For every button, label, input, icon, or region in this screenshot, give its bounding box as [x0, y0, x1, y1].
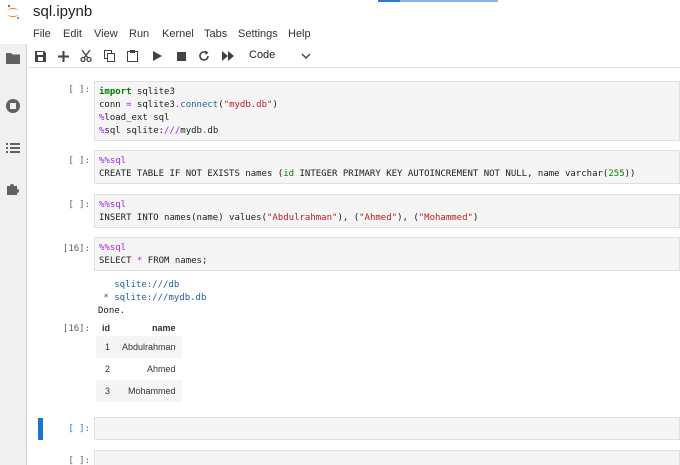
title-bar: sql.ipynb [0, 0, 680, 24]
cell-prompt: [ ]: [68, 200, 90, 210]
code-token: "Abdulrahman" [266, 213, 338, 223]
restart-kernel-icon[interactable] [195, 47, 213, 65]
output-line: Done. [98, 306, 126, 316]
cut-icon[interactable] [77, 47, 95, 65]
menu-view[interactable]: View [94, 28, 118, 40]
code-cell-5[interactable] [94, 417, 680, 440]
result-table: id name 1 Abdulrahman 2 Ahmed 3 Mohammed [96, 320, 182, 402]
code-cell-source[interactable]: import sqlite3 conn = sqlite3.connect("m… [95, 82, 679, 142]
title-accent-line-dark [378, 0, 400, 2]
code-token: connect [180, 100, 219, 110]
code-cell-source[interactable]: %%sql CREATE TABLE IF NOT EXISTS names (… [95, 151, 679, 185]
cell-prompt: [16]: [62, 244, 90, 254]
code-token: "Mohammed" [418, 213, 473, 223]
running-kernels-icon[interactable] [5, 98, 21, 114]
code-token: % [99, 113, 105, 123]
table-of-contents-icon[interactable] [5, 140, 21, 156]
table-row: 1 Abdulrahman [96, 336, 182, 358]
left-sidebar [0, 44, 27, 465]
code-cell-2[interactable]: %%sql CREATE TABLE IF NOT EXISTS names (… [94, 150, 680, 184]
table-cell: 1 [96, 336, 116, 358]
code-cell-6[interactable] [94, 450, 680, 465]
stop-kernel-icon[interactable] [172, 47, 190, 65]
output-stdout: sqlite:///db * sqlite:///mydb.db Done. [98, 279, 206, 318]
notebook-toolbar: Code [27, 44, 680, 68]
save-icon[interactable] [31, 47, 49, 65]
menu-kernel[interactable]: Kernel [162, 28, 194, 40]
menu-settings[interactable]: Settings [238, 28, 278, 40]
extensions-puzzle-icon[interactable] [5, 181, 21, 197]
column-header-id: id [102, 323, 110, 333]
cell-prompt: [ ]: [68, 456, 90, 465]
folder-icon[interactable] [5, 50, 21, 66]
menu-edit[interactable]: Edit [63, 28, 82, 40]
jupyter-logo-icon [7, 4, 19, 19]
table-row: 3 Mohammed [96, 380, 182, 402]
menu-run[interactable]: Run [129, 28, 149, 40]
code-token: id [283, 169, 295, 179]
code-token: %%sql [99, 156, 127, 166]
code-token: "Ahmed" [359, 213, 398, 223]
code-token: "mydb.db" [223, 100, 273, 110]
code-token: /// [164, 126, 181, 136]
table-cell: Abdulrahman [116, 336, 182, 358]
table-row: 2 Ahmed [96, 358, 182, 380]
cell-prompt: [ ]: [68, 156, 90, 166]
menu-file[interactable]: File [33, 28, 51, 40]
code-token: %%sql [99, 243, 127, 253]
menu-help[interactable]: Help [288, 28, 311, 40]
table-header-row: id name [96, 320, 182, 336]
code-cell-source[interactable]: %%sql INSERT INTO names(name) values("Ab… [95, 195, 679, 229]
code-token: . [201, 126, 208, 136]
table-cell: Ahmed [147, 364, 176, 374]
code-token: %%sql [99, 200, 127, 210]
menu-tabs[interactable]: Tabs [204, 28, 227, 40]
menu-bar: File Edit View Run Kernel Tabs Settings … [0, 24, 680, 44]
page-title: sql.ipynb [33, 3, 93, 20]
copy-icon[interactable] [100, 47, 118, 65]
restart-run-all-icon[interactable] [219, 47, 237, 65]
cell-type-select[interactable]: Code [249, 49, 275, 61]
code-cell-source[interactable]: %%sql SELECT * FROM names; [95, 238, 679, 272]
code-token: * [136, 256, 143, 266]
column-header-name: name [152, 323, 176, 333]
code-cell-3[interactable]: %%sql INSERT INTO names(name) values("Ab… [94, 194, 680, 228]
cell-prompt: [ ]: [68, 85, 90, 95]
table-cell: 2 [104, 364, 110, 374]
output-line: * sqlite:///mydb.db [98, 293, 207, 303]
cell-prompt: [ ]: [68, 424, 90, 434]
code-token: import [99, 87, 132, 97]
paste-icon[interactable] [123, 47, 141, 65]
add-cell-icon[interactable] [54, 47, 72, 65]
code-token: = [126, 100, 132, 110]
table-cell: 3 [96, 380, 116, 402]
code-token: 255 [608, 169, 625, 179]
code-cell-1[interactable]: import sqlite3 conn = sqlite3.connect("m… [94, 81, 680, 141]
table-cell: Mohammed [116, 380, 182, 402]
code-cell-4[interactable]: %%sql SELECT * FROM names; [94, 237, 680, 271]
output-prompt: [16]: [62, 324, 90, 334]
output-line: sqlite:///db [98, 280, 180, 290]
run-cell-icon[interactable] [148, 47, 166, 65]
code-token: % [99, 126, 105, 136]
chevron-down-icon[interactable] [300, 50, 312, 62]
